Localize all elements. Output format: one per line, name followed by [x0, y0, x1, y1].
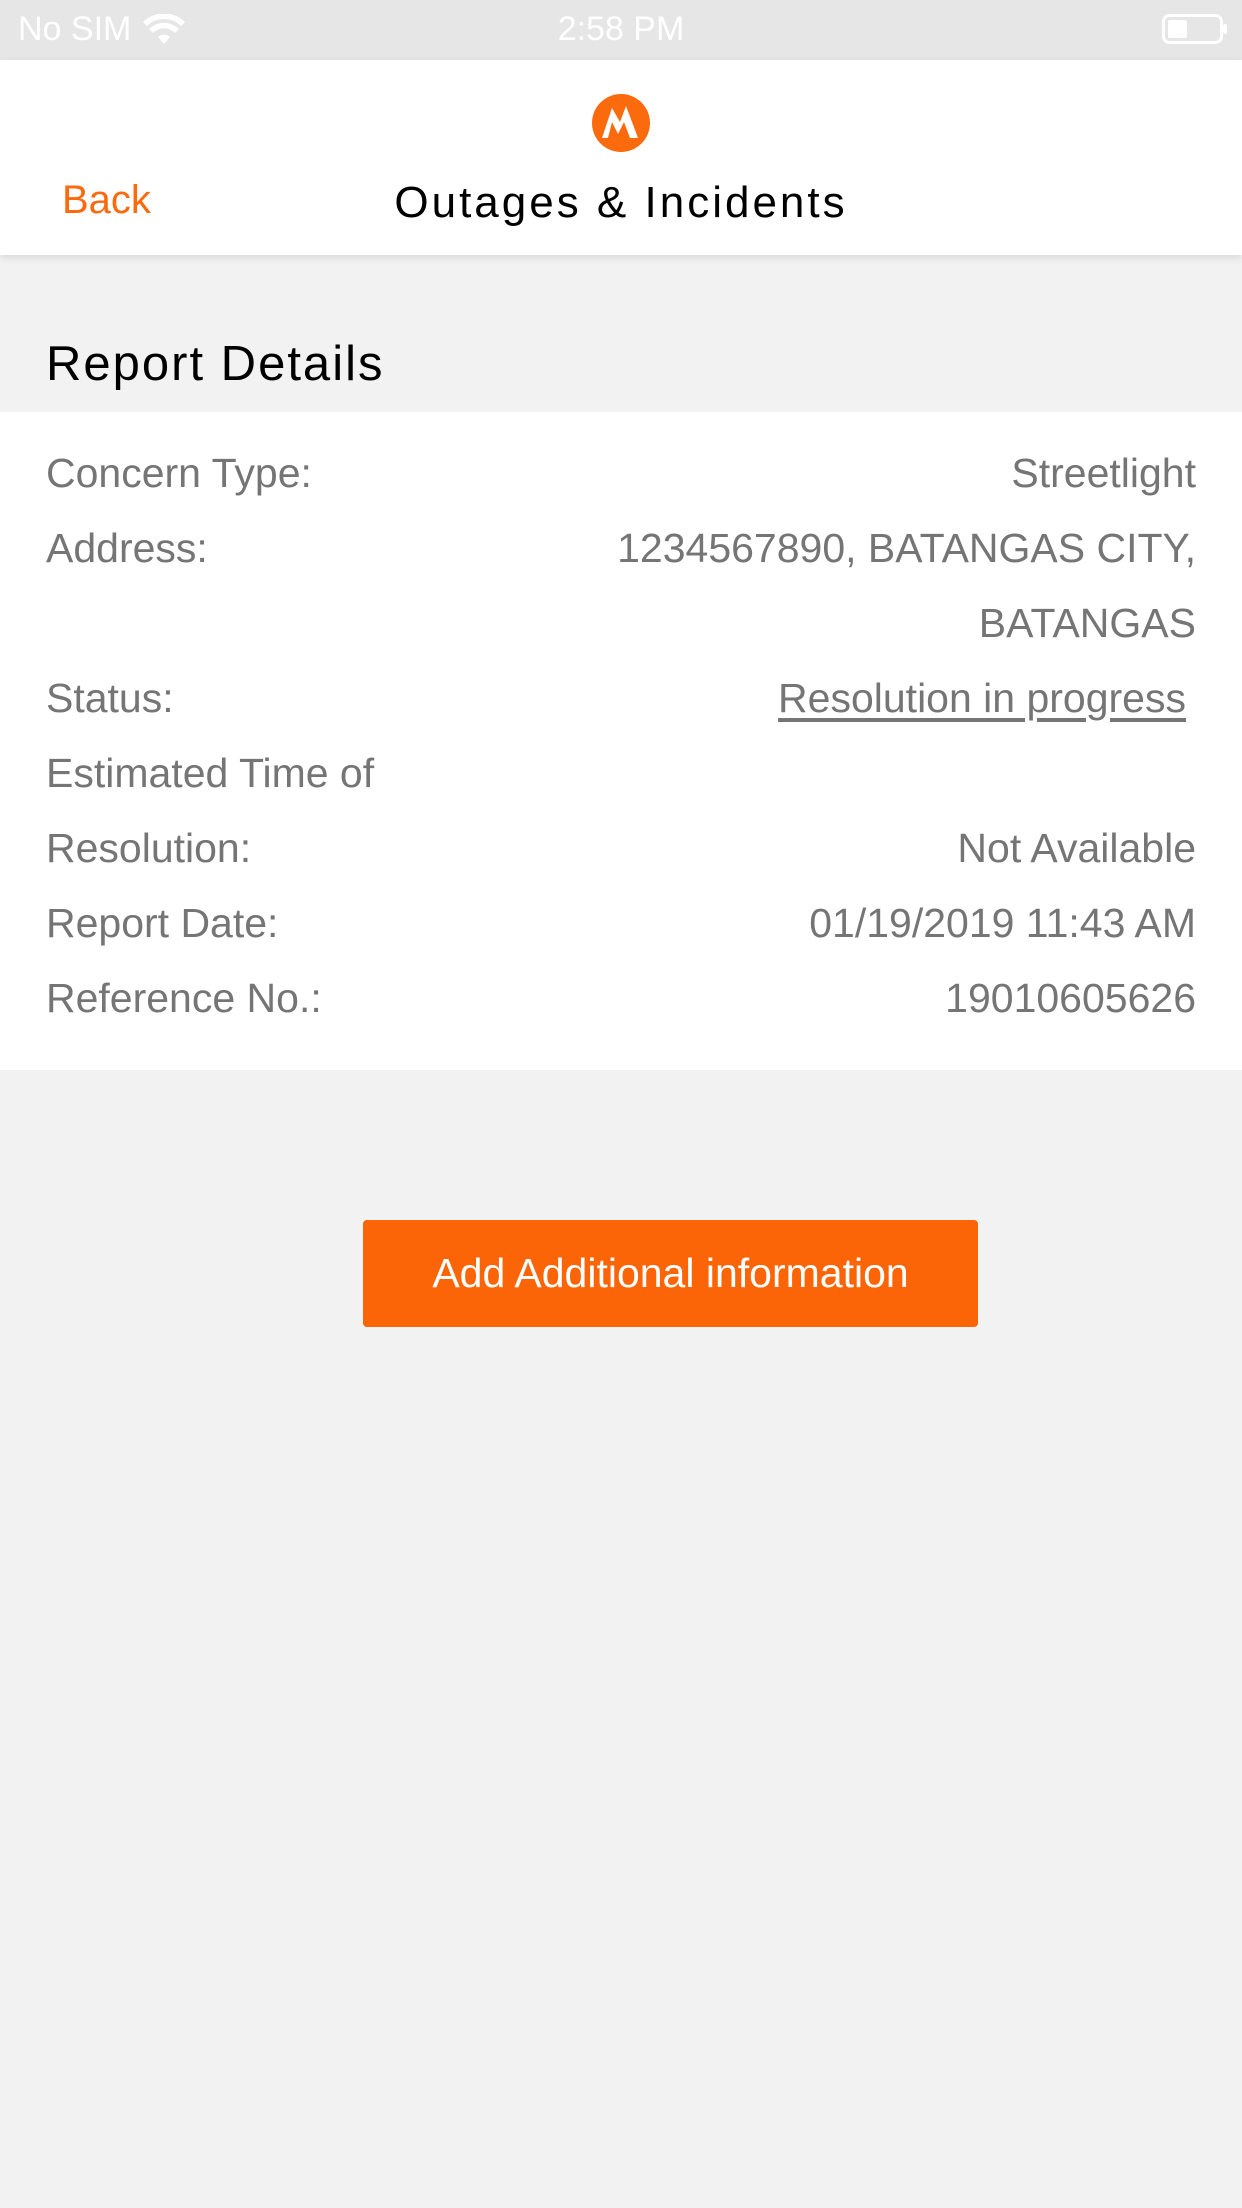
meralco-logo-icon: [592, 94, 650, 152]
address-label: Address:: [46, 525, 208, 571]
reference-label: Reference No.:: [46, 975, 322, 1021]
section-heading: Report Details: [46, 337, 385, 391]
status-link[interactable]: Resolution in progress: [778, 675, 1186, 722]
reference-value: 19010605626: [945, 975, 1196, 1021]
report-details-card: Concern Type: Streetlight Address: 12345…: [0, 412, 1242, 1070]
battery-icon: [1162, 14, 1227, 44]
report-date-label: Report Date:: [46, 900, 279, 946]
address-value-line2: BATANGAS: [978, 600, 1196, 646]
add-additional-info-button[interactable]: Add Additional information: [363, 1220, 978, 1327]
concern-type-label: Concern Type:: [46, 450, 312, 496]
etr-label-line2: Resolution:: [46, 825, 252, 871]
page-title: Outages & Incidents: [394, 178, 848, 227]
report-date-value: 01/19/2019 11:43 AM: [809, 900, 1196, 946]
etr-label-line1: Estimated Time of: [46, 750, 375, 796]
nav-bar: Back Outages & Incidents: [0, 60, 1242, 255]
status-bar: No SIM 2:58 PM: [0, 0, 1242, 60]
etr-value: Not Available: [957, 825, 1196, 871]
address-value-line1: 1234567890, BATANGAS CITY,: [617, 525, 1196, 571]
clock: 2:58 PM: [557, 10, 685, 48]
status-label: Status:: [46, 675, 174, 721]
concern-type-value: Streetlight: [1011, 450, 1196, 496]
